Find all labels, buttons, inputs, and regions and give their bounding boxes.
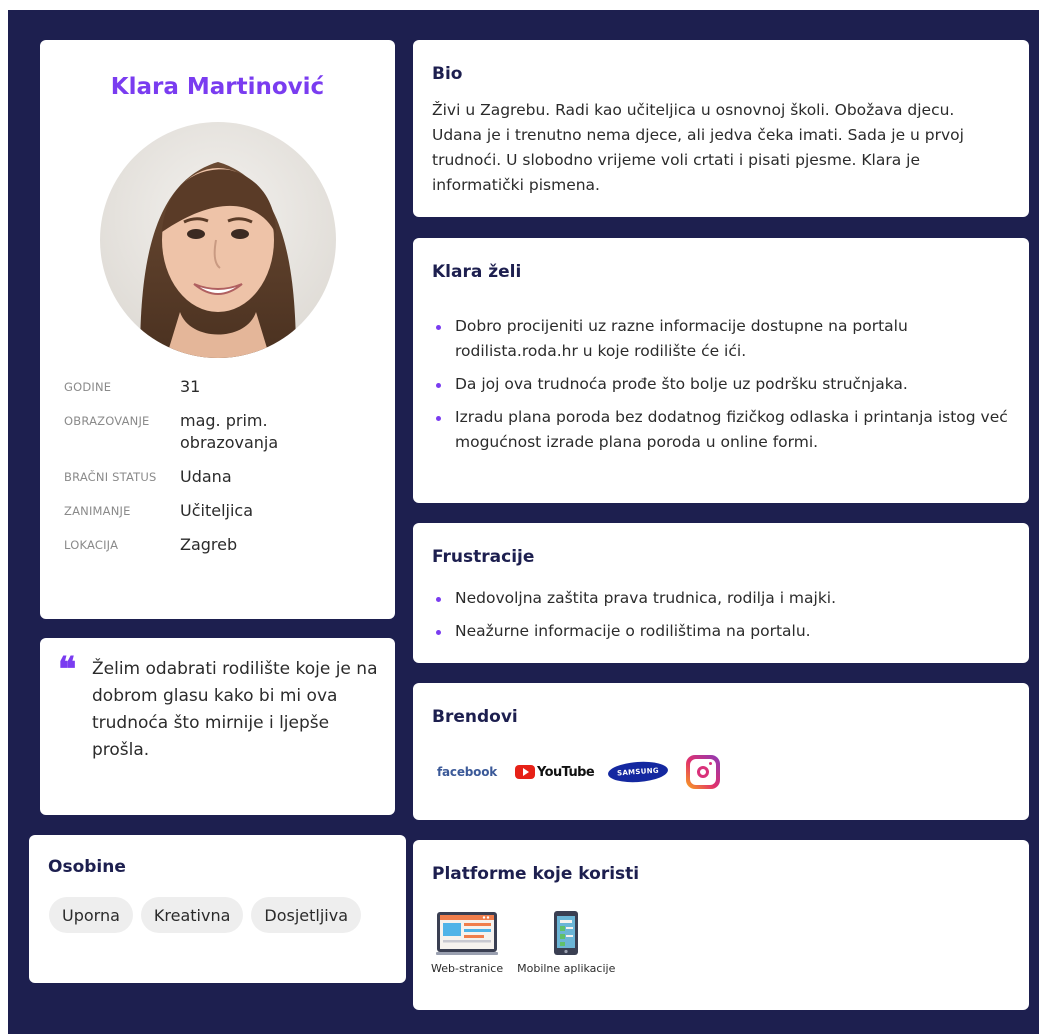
list-item: Nedovoljna zaštita prava trudnica, rodil… bbox=[433, 586, 1013, 611]
trait-chip: Uporna bbox=[49, 897, 133, 933]
attr-label: ZANIMANJE bbox=[64, 504, 131, 518]
attr-label: LOKACIJA bbox=[64, 538, 119, 552]
attr-label: GODINE bbox=[64, 380, 112, 394]
brand-logos: facebook YouTube SAMSUNG bbox=[437, 755, 721, 789]
platform-mobile: Mobilne aplikacije bbox=[517, 906, 615, 975]
persona-board: Klara Martinović GODINE 31 OBRAZOVANJE m… bbox=[8, 10, 1039, 1034]
samsung-logo: SAMSUNG bbox=[607, 759, 669, 785]
facebook-logo: facebook bbox=[437, 765, 498, 779]
attr-location: LOKACIJA Zagreb bbox=[64, 534, 384, 556]
traits-title: Osobine bbox=[48, 857, 126, 877]
goals-title: Klara želi bbox=[432, 262, 522, 282]
quote-icon: ❝ bbox=[58, 650, 77, 690]
platform-label: Mobilne aplikacije bbox=[517, 962, 616, 975]
youtube-wordmark: YouTube bbox=[537, 764, 595, 780]
frustrations-title: Frustracije bbox=[432, 547, 535, 567]
list-item: Izradu plana poroda bez dodatnog fizičko… bbox=[433, 405, 1013, 455]
youtube-logo: YouTube bbox=[515, 764, 595, 780]
attr-value: Udana bbox=[180, 467, 232, 486]
attr-marital-status: BRAČNI STATUS Udana bbox=[64, 466, 384, 488]
list-item: Neažurne informacije o rodilištima na po… bbox=[433, 619, 1013, 644]
attr-value: Učiteljica bbox=[180, 501, 254, 520]
attr-age: GODINE 31 bbox=[64, 376, 384, 398]
web-browser-icon bbox=[436, 912, 499, 955]
attribute-list: GODINE 31 OBRAZOVANJE mag. prim. obrazov… bbox=[64, 376, 384, 568]
profile-card: Klara Martinović GODINE 31 OBRAZOVANJE m… bbox=[40, 40, 395, 619]
quote-card: ❝ Želim odabrati rodilište koje je na do… bbox=[40, 638, 395, 815]
list-item: Da joj ova trudnoća prođe što bolje uz p… bbox=[433, 372, 1013, 397]
mobile-phone-icon bbox=[554, 911, 579, 955]
brands-card: Brendovi facebook YouTube SAMSUNG bbox=[413, 683, 1029, 820]
attr-value: Zagreb bbox=[180, 535, 238, 554]
list-item: Dobro procijeniti uz razne informacije d… bbox=[433, 314, 1013, 364]
youtube-play-icon bbox=[515, 765, 536, 779]
attr-occupation: ZANIMANJE Učiteljica bbox=[64, 500, 384, 522]
platforms-card: Platforme koje koristi Web-stranice Mobi… bbox=[413, 840, 1029, 1010]
goals-list: Dobro procijeniti uz razne informacije d… bbox=[433, 314, 1013, 463]
trait-chips: Uporna Kreativna Dosjetljiva bbox=[49, 897, 362, 933]
goals-card: Klara želi Dobro procijeniti uz razne in… bbox=[413, 238, 1029, 503]
platform-label: Web-stranice bbox=[431, 962, 504, 975]
frustrations-card: Frustracije Nedovoljna zaštita prava tru… bbox=[413, 523, 1029, 663]
avatar bbox=[100, 122, 336, 358]
attr-label: OBRAZOVANJE bbox=[64, 414, 150, 428]
bio-title: Bio bbox=[432, 64, 463, 84]
traits-card: Osobine Uporna Kreativna Dosjetljiva bbox=[29, 835, 406, 983]
attr-value: mag. prim. obrazovanja bbox=[180, 411, 279, 452]
persona-name: Klara Martinović bbox=[110, 74, 325, 100]
brands-title: Brendovi bbox=[432, 707, 518, 727]
attr-education: OBRAZOVANJE mag. prim. obrazovanja bbox=[64, 410, 384, 454]
platforms-title: Platforme koje koristi bbox=[432, 864, 640, 884]
bio-text: Živi u Zagrebu. Radi kao učiteljica u os… bbox=[432, 101, 964, 194]
frustrations-list: Nedovoljna zaštita prava trudnica, rodil… bbox=[433, 586, 1013, 652]
instagram-icon bbox=[686, 755, 721, 789]
bio-card: Bio Živi u Zagrebu. Radi kao učiteljica … bbox=[413, 40, 1029, 217]
attr-label: BRAČNI STATUS bbox=[64, 470, 157, 484]
quote-text: Želim odabrati rodilište koje je na dobr… bbox=[92, 659, 378, 760]
attr-value: 31 bbox=[180, 377, 201, 396]
platform-list: Web-stranice Mobilne aplikacije bbox=[431, 906, 615, 975]
trait-chip: Kreativna bbox=[140, 897, 244, 933]
platform-web: Web-stranice bbox=[431, 906, 503, 975]
trait-chip: Dosjetljiva bbox=[251, 897, 362, 933]
